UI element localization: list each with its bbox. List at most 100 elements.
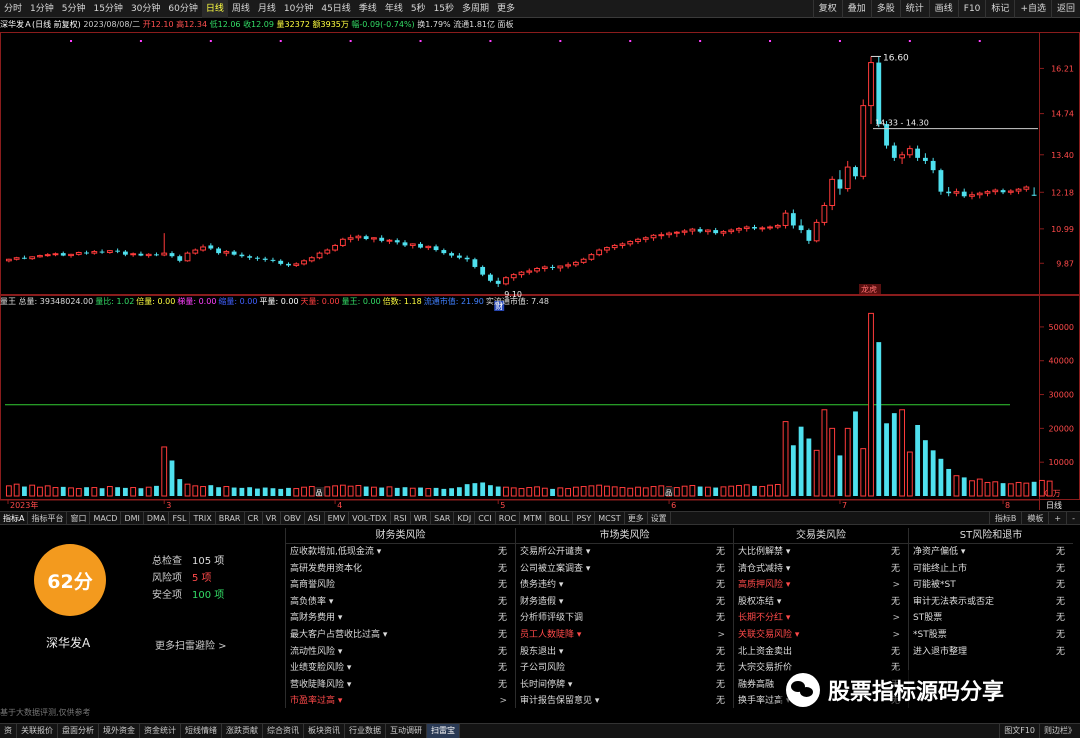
indicator-tab-18[interactable]: KDJ [454,511,476,525]
indicator-tab-21[interactable]: MTM [520,511,546,525]
bottom-tab-0[interactable]: 资 [0,724,17,738]
risk-item[interactable]: 清仓式减持 ▾ 无 [734,561,908,578]
risk-stat-1: 风险项 5 项 [152,569,212,584]
risk-item[interactable]: 可能终止上市 无 [909,561,1073,578]
indicator-tab-1[interactable]: 指标平台 [28,511,68,525]
candle-body [953,191,960,194]
risk-item[interactable]: 高质押风险 ▾ > [734,577,908,594]
indicator-tab-6[interactable]: FSL [169,511,191,525]
risk-item[interactable]: 公司被立案调查 ▾ 无 [516,561,733,578]
risk-item[interactable]: 审计无法表示或否定 无 [909,594,1073,611]
risk-item[interactable]: 应收款增加,低现金流 ▾ 无 [286,544,515,561]
chart-area[interactable]: 16.21 14.74 13.40 12.18 10.99 9.87 16.60 14.33 … [0,0,1080,511]
volume-tick-label: 10000 [1049,458,1074,467]
bottom-tab-5[interactable]: 短线情绪 [181,724,222,738]
indicator-tab-23[interactable]: PSY [573,511,596,525]
indicator-tab-22[interactable]: BOLL [546,511,574,525]
candle-body [60,253,66,256]
bottom-tab-3[interactable]: 境外资金 [99,724,140,738]
indicator-tab-10[interactable]: VR [263,511,281,525]
risk-item[interactable]: 长时间停牌 ▾ 无 [516,677,733,694]
risk-item[interactable]: 交易所公开谴责 ▾ 无 [516,544,733,561]
indicator-tab-4[interactable]: DMI [121,511,144,525]
indicator-tab-13[interactable]: EMV [325,511,350,525]
indicator-tab-16[interactable]: WR [411,511,432,525]
volume-indicator-info: 量王 总量: 39348024.00 量比: 1.02 倍量: 0.00 梯量: 0.… [0,296,1040,307]
indicator-tab-15[interactable]: RSI [391,511,411,525]
indicator-tab-9[interactable]: CR [245,511,263,525]
risk-item[interactable]: 高研发费用资本化 无 [286,561,515,578]
volume-bar [262,487,268,496]
risk-item[interactable]: 营收陡降风险 ▾ 无 [286,677,515,694]
risk-item[interactable]: 可能被*ST 无 [909,577,1073,594]
bottom-tab-9[interactable]: 行业数据 [345,724,386,738]
risk-item[interactable]: 大比例解禁 ▾ 无 [734,544,908,561]
candle-body [782,212,789,226]
indicator-right-2[interactable]: + [1048,511,1066,525]
risk-item[interactable]: 股权冻结 ▾ 无 [734,594,908,611]
bottom-right-0[interactable]: 图文F10 [999,724,1039,738]
bottom-tab-7[interactable]: 综合资讯 [263,724,304,738]
risk-item[interactable]: 长期不分红 ▾ > [734,610,908,627]
risk-item[interactable]: 分析师评级下调 无 [516,610,733,627]
more-scan-link[interactable]: 更多扫雷避险 > [155,637,227,652]
risk-item[interactable]: 债务违约 ▾ 无 [516,577,733,594]
indicator-tab-8[interactable]: BRAR [216,511,245,525]
risk-item[interactable]: 关联交易风险 ▾ > [734,627,908,644]
indicator-tab-2[interactable]: 窗口 [67,511,91,525]
indicator-right-0[interactable]: 指标B [988,511,1022,525]
risk-item[interactable]: 净资产偏低 ▾ 无 [909,544,1073,561]
bottom-tab-10[interactable]: 互动调研 [386,724,427,738]
risk-item[interactable]: 流动性风险 ▾ 无 [286,644,515,661]
risk-item[interactable]: 高负债率 ▾ 无 [286,594,515,611]
candle-body [301,260,307,265]
indicator-tab-5[interactable]: DMA [144,511,170,525]
risk-item[interactable]: 高财务费用 ▾ 无 [286,610,515,627]
indicator-tab-3[interactable]: MACD [90,511,122,525]
risk-item-label: 高负债率 ▾ [290,596,334,607]
volume-bar [115,487,121,496]
indicator-tab-24[interactable]: MCST [595,511,625,525]
risk-item[interactable]: 高商誉风险 无 [286,577,515,594]
indicator-tab-11[interactable]: OBV [281,511,305,525]
indicator-tab-17[interactable]: SAR [431,511,455,525]
risk-item[interactable]: 北上资金卖出 无 [734,644,908,661]
risk-item[interactable]: 业绩变脸风险 ▾ 无 [286,660,515,677]
risk-item-status: 无 [715,547,725,557]
candle-body [480,266,486,275]
bottom-tab-1[interactable]: 关联报价 [17,724,58,738]
risk-item-status: > [892,613,900,624]
risk-item[interactable]: *ST股票 无 [909,627,1073,644]
indicator-tab-0[interactable]: 指标A [0,511,29,525]
risk-item-label: 长时间停牌 ▾ [520,679,573,690]
indicator-tab-19[interactable]: CCI [475,511,496,525]
indicator-tab-12[interactable]: ASI [305,511,325,525]
volume-bar [689,485,696,497]
bottom-tab-8[interactable]: 板块资讯 [304,724,345,738]
indicator-right-3[interactable]: - [1066,511,1080,525]
indicator-tab-20[interactable]: ROC [496,511,521,525]
risk-item[interactable]: 审计报告保留意见 ▾ 无 [516,693,733,710]
risk-item[interactable]: 子公司风险 无 [516,660,733,677]
risk-item-status: 无 [715,563,725,574]
indicator-tab-7[interactable]: TRIX [190,511,216,525]
risk-item[interactable]: 市盈率过高 ▾ > [286,693,515,710]
indicator-right-1[interactable]: 模板 [1021,511,1048,525]
bottom-tab-4[interactable]: 资金统计 [140,724,181,738]
risk-item[interactable]: 员工人数陡降 ▾ > [516,627,733,644]
bottom-tab-11[interactable]: 扫雷宝 [427,724,460,738]
indicator-tab-25[interactable]: 更多 [625,511,648,525]
indicator-tab-26[interactable]: 设置 [648,511,671,525]
indicator-tab-14[interactable]: VOL-TDX [349,511,391,525]
bottom-tab-2[interactable]: 盘面分析 [58,724,99,738]
volume-bar [915,424,921,496]
risk-item[interactable]: ST股票 无 [909,610,1073,627]
risk-item[interactable]: 最大客户占营收比过高 ▾ 无 [286,627,515,644]
bottom-right-1[interactable]: 则边栏》 [1039,724,1080,738]
risk-item[interactable]: 股东退出 ▾ 无 [516,644,733,661]
risk-item[interactable]: 财务造假 ▾ 无 [516,594,733,611]
candle-body [550,266,555,268]
bottom-tab-6[interactable]: 涨跌贡献 [222,724,263,738]
risk-item[interactable]: 进入退市整理 无 [909,644,1073,661]
candle-body [91,251,98,254]
